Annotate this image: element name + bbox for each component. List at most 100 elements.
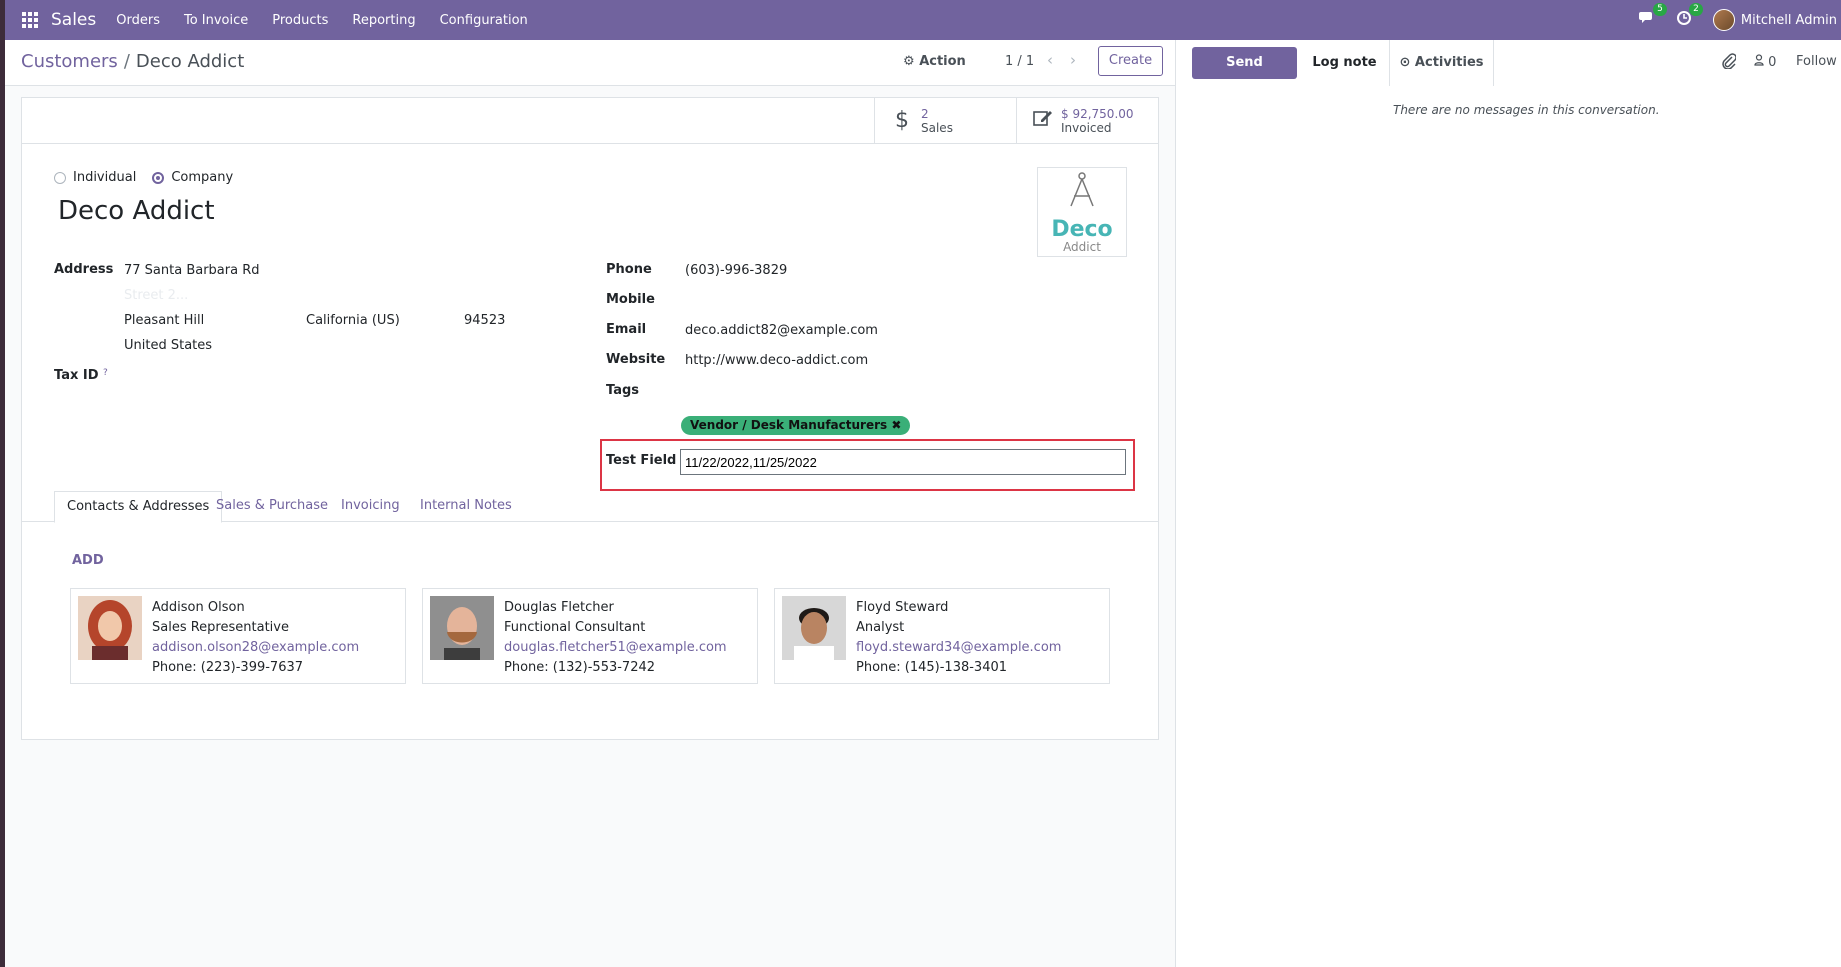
contact-info: Douglas Fletcher Functional Consultant d… — [504, 598, 727, 678]
clock-icon: ⊙ — [1399, 55, 1411, 70]
log-note-button[interactable]: Log note — [1300, 40, 1390, 86]
city-field[interactable]: Pleasant Hill — [124, 313, 204, 328]
add-contact-button[interactable]: ADD — [72, 553, 104, 568]
menu-reporting[interactable]: Reporting — [352, 13, 415, 28]
activities-clock-icon[interactable]: 2 — [1676, 3, 1703, 29]
sales-count: 2 — [921, 106, 929, 121]
messages-badge: 5 — [1653, 3, 1667, 16]
compass-logo-icon — [1038, 170, 1126, 219]
street-field[interactable]: 77 Santa Barbara Rd — [124, 263, 260, 278]
contact-function: Analyst — [856, 620, 905, 635]
tax-id-label-text: Tax ID — [54, 368, 99, 383]
menu-products[interactable]: Products — [272, 13, 328, 28]
country-field[interactable]: United States — [124, 338, 212, 353]
website-field[interactable]: http://www.deco-addict.com — [685, 353, 868, 368]
apps-grid-icon[interactable] — [22, 12, 38, 28]
menu-orders[interactable]: Orders — [116, 13, 160, 28]
invoiced-amount: $ 92,750.00 — [1061, 106, 1134, 121]
email-label: Email — [606, 322, 647, 337]
street2-field[interactable]: Street 2... — [124, 288, 188, 303]
company-logo[interactable]: Deco Addict — [1037, 167, 1127, 257]
contact-info: Addison Olson Sales Representative addis… — [152, 598, 359, 678]
stat-button-box: $ 2 Sales $ 92,750.00 Invoiced — [22, 98, 1158, 144]
gear-icon: ⚙ — [903, 54, 915, 69]
contact-card[interactable]: Addison Olson Sales Representative addis… — [70, 588, 406, 684]
tab-contacts-addresses[interactable]: Contacts & Addresses — [54, 491, 223, 523]
radio-individual-label[interactable]: Individual — [73, 170, 136, 185]
contact-phone: Phone: (132)-553-7242 — [504, 660, 656, 675]
empty-conversation-text: There are no messages in this conversati… — [1393, 103, 1660, 117]
user-icon — [1754, 54, 1768, 70]
radio-company[interactable] — [152, 171, 165, 184]
contact-email[interactable]: addison.olson28@example.com — [152, 638, 359, 658]
address-label: Address — [54, 262, 114, 277]
user-avatar[interactable] — [1712, 9, 1735, 31]
contact-email[interactable]: douglas.fletcher51@example.com — [504, 638, 727, 658]
followers-button[interactable]: 0 — [1754, 54, 1776, 70]
sales-stat-button[interactable]: $ 2 Sales — [874, 98, 1016, 143]
phone-label: Phone — [606, 262, 652, 277]
tag-remove-icon[interactable]: ✖ — [891, 418, 901, 432]
follow-button[interactable]: Follow — [1796, 54, 1837, 69]
contact-info: Floyd Steward Analyst floyd.steward34@ex… — [856, 598, 1061, 678]
email-field[interactable]: deco.addict82@example.com — [685, 323, 878, 338]
chatter-topbar: Send message Log note ⊙ Activities 0 Fol… — [1176, 40, 1841, 102]
state-field[interactable]: California (US) — [306, 313, 400, 328]
menu-configuration[interactable]: Configuration — [440, 13, 528, 28]
left-edge-strip — [0, 0, 5, 967]
invoiced-stat-button[interactable]: $ 92,750.00 Invoiced — [1016, 98, 1158, 143]
mobile-field[interactable] — [685, 293, 1065, 311]
app-name[interactable]: Sales — [51, 10, 96, 30]
contact-card[interactable]: Douglas Fletcher Functional Consultant d… — [422, 588, 758, 684]
logo-text-main: Deco — [1051, 217, 1113, 242]
menu-to-invoice[interactable]: To Invoice — [184, 13, 248, 28]
company-type-radio: Individual Company — [54, 170, 249, 185]
action-button[interactable]: ⚙ Action — [903, 54, 966, 69]
help-tooltip-icon[interactable]: ? — [103, 368, 108, 378]
contact-photo — [78, 596, 142, 660]
sales-label: Sales — [921, 120, 953, 135]
mobile-label: Mobile — [606, 292, 655, 307]
chatter-panel: Send message Log note ⊙ Activities 0 Fol… — [1175, 40, 1841, 967]
messages-icon[interactable]: 5 — [1638, 3, 1667, 29]
contact-email[interactable]: floyd.steward34@example.com — [856, 638, 1061, 658]
tab-internal-notes[interactable]: Internal Notes — [408, 491, 524, 522]
form-sheet: $ 2 Sales $ 92,750.00 Invoiced Individua… — [21, 97, 1159, 740]
dollar-icon: $ — [895, 108, 909, 133]
pager-value[interactable]: 1 / 1 — [1005, 54, 1034, 69]
top-navbar: Sales Orders To Invoice Products Reporti… — [5, 0, 1841, 40]
radio-individual[interactable] — [54, 171, 66, 184]
create-button[interactable]: Create — [1098, 46, 1163, 76]
test-field-input[interactable] — [680, 449, 1126, 475]
contact-name: Douglas Fletcher — [504, 600, 614, 615]
contact-phone: Phone: (145)-138-3401 — [856, 660, 1008, 675]
pager-previous-icon[interactable]: ‹ — [1047, 51, 1053, 69]
tags-label: Tags — [606, 383, 640, 398]
breadcrumb-customers[interactable]: Customers — [21, 51, 118, 72]
zip-field[interactable]: 94523 — [464, 313, 505, 328]
tab-invoicing[interactable]: Invoicing — [329, 491, 412, 522]
contact-photo — [430, 596, 494, 660]
contact-function: Sales Representative — [152, 620, 289, 635]
send-message-button[interactable]: Send message — [1192, 47, 1297, 102]
paperclip-icon[interactable] — [1722, 53, 1737, 73]
tag-badge[interactable]: Vendor / Desk Manufacturers ✖ — [681, 416, 911, 435]
control-panel: Customers / Deco Addict ⚙ Action 1 / 1 ‹ ›… — [5, 40, 1175, 86]
breadcrumb-separator: / — [123, 51, 130, 72]
phone-field[interactable]: (603)-996-3829 — [685, 263, 787, 278]
tax-id-label: Tax ID ? — [54, 368, 108, 383]
user-name[interactable]: Mitchell Admin — [1741, 13, 1837, 28]
pager-next-icon[interactable]: › — [1070, 51, 1076, 69]
contact-function: Functional Consultant — [504, 620, 646, 635]
tab-sales-purchase[interactable]: Sales & Purchase — [204, 491, 340, 522]
radio-company-label[interactable]: Company — [171, 170, 233, 185]
breadcrumb: Customers / Deco Addict — [21, 51, 244, 72]
breadcrumb-current: Deco Addict — [135, 51, 245, 72]
contact-phone: Phone: (223)-399-7637 — [152, 660, 304, 675]
activities-badge: 2 — [1689, 3, 1703, 16]
partner-name-field[interactable]: Deco Addict — [58, 196, 215, 226]
form-notebook-tabs: Contacts & Addresses Sales & Purchase In… — [22, 491, 1158, 523]
contact-card[interactable]: Floyd Steward Analyst floyd.steward34@ex… — [774, 588, 1110, 684]
activities-button[interactable]: ⊙ Activities — [1390, 40, 1494, 86]
action-label: Action — [919, 54, 966, 69]
